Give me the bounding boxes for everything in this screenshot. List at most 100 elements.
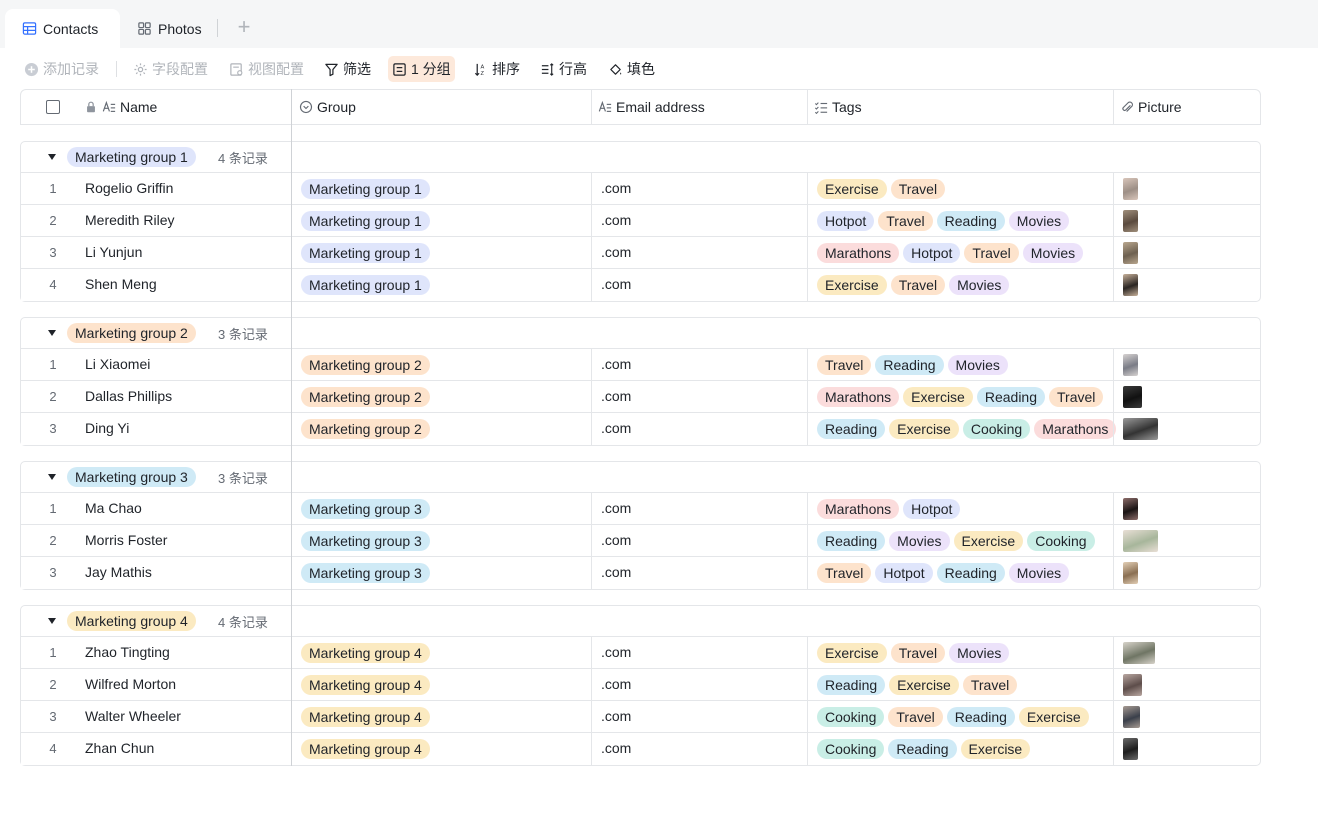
email-cell[interactable]: .com — [601, 173, 631, 204]
name-cell[interactable]: Zhan Chun — [85, 733, 154, 764]
group-button[interactable]: 1 分组 — [388, 56, 455, 82]
collapse-caret-icon[interactable] — [48, 330, 56, 336]
email-cell[interactable]: .com — [601, 413, 631, 444]
table-row[interactable]: 2 Wilfred Morton Marketing group 4 .com Read… — [21, 669, 1260, 701]
tags-cell[interactable]: Travel Hotpot Reading Movies — [817, 563, 1070, 583]
row-height-button[interactable]: 行高 — [536, 56, 591, 82]
sort-button[interactable]: AZ 排序 — [469, 56, 524, 82]
group-cell-pill[interactable]: Marketing group 2 — [301, 419, 430, 439]
name-cell[interactable]: Morris Foster — [85, 525, 167, 556]
table-row[interactable]: 2 Morris Foster Marketing group 3 .com Readi… — [21, 525, 1260, 557]
picture-thumbnail[interactable] — [1123, 530, 1158, 552]
name-cell[interactable]: Ding Yi — [85, 413, 129, 444]
group-cell-pill[interactable]: Marketing group 4 — [301, 739, 430, 759]
email-cell[interactable]: .com — [601, 637, 631, 668]
group-header[interactable]: Marketing group 3 3 条记录 — [21, 462, 1260, 493]
picture-thumbnail[interactable] — [1123, 642, 1155, 664]
picture-thumbnail[interactable] — [1123, 274, 1138, 296]
email-cell[interactable]: .com — [601, 701, 631, 732]
tab-contacts[interactable]: Contacts — [5, 9, 120, 48]
fill-color-button[interactable]: 填色 — [604, 56, 659, 82]
tab-photos[interactable]: Photos — [121, 9, 216, 48]
picture-thumbnail[interactable] — [1123, 674, 1142, 696]
tags-cell[interactable]: Exercise Travel Movies — [817, 275, 1010, 295]
picture-thumbnail[interactable] — [1123, 498, 1138, 520]
picture-thumbnail[interactable] — [1123, 386, 1142, 408]
tags-cell[interactable]: Travel Reading Movies — [817, 355, 1008, 375]
group-cell-pill[interactable]: Marketing group 4 — [301, 643, 430, 663]
name-cell[interactable]: Dallas Phillips — [85, 381, 172, 412]
column-header-picture[interactable]: Picture — [1120, 90, 1182, 124]
name-cell[interactable]: Walter Wheeler — [85, 701, 181, 732]
view-config-button[interactable]: 视图配置 — [225, 56, 308, 82]
name-cell[interactable]: Zhao Tingting — [85, 637, 170, 668]
table-row[interactable]: 3 Ding Yi Marketing group 2 .com Reading Exer… — [21, 413, 1260, 445]
tags-cell[interactable]: Exercise Travel — [817, 179, 946, 199]
collapse-caret-icon[interactable] — [48, 618, 56, 624]
picture-thumbnail[interactable] — [1123, 242, 1138, 264]
group-cell-pill[interactable]: Marketing group 1 — [301, 275, 430, 295]
tags-cell[interactable]: Marathons Hotpot — [817, 499, 961, 519]
tags-cell[interactable]: Exercise Travel Movies — [817, 643, 1010, 663]
group-cell-pill[interactable]: Marketing group 2 — [301, 355, 430, 375]
tags-cell[interactable]: Reading Exercise Travel — [817, 675, 1018, 695]
group-cell-pill[interactable]: Marketing group 3 — [301, 563, 430, 583]
table-row[interactable]: 2 Dallas Phillips Marketing group 2 .com Mar… — [21, 381, 1260, 413]
name-cell[interactable]: Shen Meng — [85, 269, 157, 300]
email-cell[interactable]: .com — [601, 525, 631, 556]
email-cell[interactable]: .com — [601, 381, 631, 412]
column-header-email[interactable]: Email address — [598, 90, 705, 124]
group-header[interactable]: Marketing group 2 3 条记录 — [21, 318, 1260, 349]
collapse-caret-icon[interactable] — [48, 154, 56, 160]
add-record-button[interactable]: 添加记录 — [20, 56, 103, 82]
tags-cell[interactable]: Marathons Hotpot Travel Movies — [817, 243, 1084, 263]
picture-thumbnail[interactable] — [1123, 210, 1138, 232]
picture-thumbnail[interactable] — [1123, 738, 1138, 760]
group-cell-pill[interactable]: Marketing group 2 — [301, 387, 430, 407]
email-cell[interactable]: .com — [601, 237, 631, 268]
tags-cell[interactable]: Marathons Exercise Reading Travel — [817, 387, 1104, 407]
frozen-column-divider[interactable] — [291, 89, 292, 766]
add-tab-icon[interactable]: + — [234, 16, 254, 38]
picture-thumbnail[interactable] — [1123, 178, 1138, 200]
email-cell[interactable]: .com — [601, 669, 631, 700]
table-row[interactable]: 4 Shen Meng Marketing group 1 .com Exercise T… — [21, 269, 1260, 301]
tags-cell[interactable]: Cooking Travel Reading Exercise — [817, 707, 1089, 727]
group-cell-pill[interactable]: Marketing group 1 — [301, 179, 430, 199]
email-cell[interactable]: .com — [601, 733, 631, 764]
table-row[interactable]: 3 Jay Mathis Marketing group 3 .com Travel Ho… — [21, 557, 1260, 589]
name-cell[interactable]: Jay Mathis — [85, 557, 152, 588]
tags-cell[interactable]: Reading Movies Exercise Cooking — [817, 531, 1095, 551]
email-cell[interactable]: .com — [601, 557, 631, 588]
tags-cell[interactable]: Hotpot Travel Reading Movies — [817, 211, 1070, 231]
collapse-caret-icon[interactable] — [48, 474, 56, 480]
picture-thumbnail[interactable] — [1123, 354, 1138, 376]
email-cell[interactable]: .com — [601, 349, 631, 380]
email-cell[interactable]: .com — [601, 205, 631, 236]
name-cell[interactable]: Li Xiaomei — [85, 349, 150, 380]
column-header-group[interactable]: Group — [299, 90, 356, 124]
column-header-name[interactable]: Name — [84, 90, 157, 124]
picture-thumbnail[interactable] — [1123, 418, 1158, 440]
group-header[interactable]: Marketing group 4 4 条记录 — [21, 606, 1260, 637]
table-row[interactable]: 1 Li Xiaomei Marketing group 2 .com Travel Re… — [21, 349, 1260, 381]
tags-cell[interactable]: Reading Exercise Cooking Marathons — [817, 419, 1117, 439]
table-row[interactable]: 3 Li Yunjun Marketing group 1 .com Marathons… — [21, 237, 1260, 269]
table-row[interactable]: 1 Zhao Tingting Marketing group 4 .com Exerc… — [21, 637, 1260, 669]
group-cell-pill[interactable]: Marketing group 1 — [301, 211, 430, 231]
picture-thumbnail[interactable] — [1123, 562, 1138, 584]
group-cell-pill[interactable]: Marketing group 3 — [301, 499, 430, 519]
column-header-tags[interactable]: Tags — [814, 90, 862, 124]
select-all-checkbox[interactable] — [46, 100, 60, 114]
group-header[interactable]: Marketing group 1 4 条记录 — [21, 142, 1260, 173]
tags-cell[interactable]: Cooking Reading Exercise — [817, 739, 1031, 759]
picture-thumbnail[interactable] — [1123, 706, 1140, 728]
group-cell-pill[interactable]: Marketing group 1 — [301, 243, 430, 263]
table-row[interactable]: 1 Ma Chao Marketing group 3 .com Marathons Ho… — [21, 493, 1260, 525]
table-row[interactable]: 4 Zhan Chun Marketing group 4 .com Cooking Re… — [21, 733, 1260, 765]
name-cell[interactable]: Li Yunjun — [85, 237, 142, 268]
group-cell-pill[interactable]: Marketing group 4 — [301, 707, 430, 727]
name-cell[interactable]: Wilfred Morton — [85, 669, 176, 700]
group-cell-pill[interactable]: Marketing group 4 — [301, 675, 430, 695]
group-cell-pill[interactable]: Marketing group 3 — [301, 531, 430, 551]
